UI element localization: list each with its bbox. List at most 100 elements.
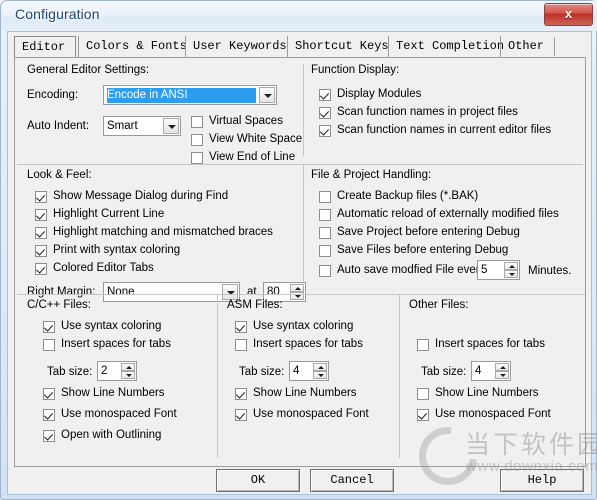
stepper-buttons[interactable] [313, 363, 327, 379]
chevron-down-icon[interactable] [163, 118, 179, 134]
checkbox-label: View White Space [209, 133, 303, 145]
stepper-up-icon[interactable] [495, 363, 509, 371]
cpp-tab-size-label: Tab size: [47, 366, 93, 378]
close-icon: x [564, 6, 573, 21]
tab-label: Colors & Fonts [86, 39, 187, 53]
asm-show-line-numbers-checkbox[interactable] [235, 388, 247, 400]
tab-other[interactable]: Other [500, 36, 550, 57]
print-syntax-coloring-checkbox[interactable] [35, 245, 47, 257]
asm-use-syntax-coloring-checkbox[interactable] [235, 321, 247, 333]
colored-editor-tabs-checkbox[interactable] [35, 263, 47, 275]
group-title: Other Files: [409, 299, 469, 311]
checkbox-label: Colored Editor Tabs [53, 262, 154, 274]
asm-insert-spaces-checkbox[interactable] [235, 339, 247, 351]
group-asm-files: ASM Files: Use syntax coloring Insert sp… [217, 294, 405, 458]
stepper-down-icon[interactable] [495, 371, 509, 379]
checkbox-label: Show Message Dialog during Find [53, 190, 229, 202]
other-tab-size-stepper[interactable]: 4 [471, 361, 511, 381]
tab-editor[interactable]: Editor [14, 36, 76, 57]
other-tab-size-value: 4 [475, 365, 482, 377]
tab-shortcut-keys[interactable]: Shortcut Keys [287, 36, 389, 57]
window-title: Configuration [15, 6, 100, 22]
editor-tab-page: General Editor Settings: Encoding: Encod… [14, 57, 586, 467]
auto-save-minutes-value: 5 [481, 264, 488, 276]
stepper-down-icon[interactable] [121, 371, 135, 379]
auto-save-minutes-suffix: Minutes. [528, 265, 572, 277]
asm-monospaced-font-checkbox[interactable] [235, 409, 247, 421]
stepper-buttons[interactable] [495, 363, 509, 379]
auto-save-minutes-stepper[interactable]: 5 [477, 260, 520, 280]
stepper-up-icon[interactable] [290, 284, 304, 292]
highlight-current-line-checkbox[interactable] [35, 209, 47, 221]
save-files-before-debug-checkbox[interactable] [319, 245, 331, 257]
cpp-monospaced-font-checkbox[interactable] [43, 409, 55, 421]
checkbox-label: Show Line Numbers [253, 387, 357, 399]
checkbox-label: Use monospaced Font [253, 408, 369, 420]
tab-text-completion[interactable]: Text Completion [388, 36, 504, 57]
checkbox-label: Show Line Numbers [61, 387, 165, 399]
title-bar[interactable]: Configuration x [1, 1, 597, 31]
checkbox-label: Insert spaces for tabs [253, 338, 363, 350]
asm-tab-size-stepper[interactable]: 4 [289, 361, 329, 381]
cpp-tab-size-value: 2 [101, 365, 108, 377]
save-project-before-debug-checkbox[interactable] [319, 227, 331, 239]
checkbox-label: Use monospaced Font [435, 408, 551, 420]
tab-colors-and-fonts[interactable]: Colors & Fonts [78, 36, 187, 57]
asm-tab-size-label: Tab size: [239, 366, 285, 378]
view-white-space-checkbox[interactable] [191, 134, 203, 146]
show-message-dialog-checkbox[interactable] [35, 191, 47, 203]
tab-label: Shortcut Keys [295, 39, 389, 53]
close-button[interactable]: x [544, 3, 593, 26]
automatic-reload-checkbox[interactable] [319, 209, 331, 221]
checkbox-label: Show Line Numbers [435, 387, 539, 399]
checkbox-label: Save Project before entering Debug [337, 226, 520, 238]
tab-label: Editor [22, 40, 66, 54]
other-insert-spaces-checkbox[interactable] [417, 339, 429, 351]
group-function-display: Function Display: Display Modules Scan f… [303, 64, 579, 156]
group-title: C/C++ Files: [27, 299, 91, 311]
stepper-up-icon[interactable] [121, 363, 135, 371]
virtual-spaces-checkbox[interactable] [191, 116, 203, 128]
encoding-combobox[interactable]: Encode in ANSI [103, 85, 277, 105]
tab-label: Text Completion [396, 39, 505, 53]
stepper-buttons[interactable] [121, 363, 135, 379]
auto-save-checkbox[interactable] [319, 265, 331, 277]
group-title: ASM Files: [227, 299, 283, 311]
checkbox-label: Auto save modfied File every [337, 264, 486, 276]
stepper-down-icon[interactable] [313, 371, 327, 379]
stepper-buttons[interactable] [504, 262, 518, 278]
cpp-use-syntax-coloring-checkbox[interactable] [43, 321, 55, 333]
checkbox-label: Automatic reload of externally modified … [337, 208, 559, 220]
stepper-down-icon[interactable] [504, 270, 518, 278]
encoding-label: Encoding: [27, 89, 79, 101]
stepper-up-icon[interactable] [504, 262, 518, 270]
scan-editor-files-checkbox[interactable] [319, 125, 331, 137]
cpp-open-with-outlining-checkbox[interactable] [43, 430, 55, 442]
checkbox-label: Use syntax coloring [253, 320, 354, 332]
group-look-and-feel: Look & Feel: Show Message Dialog during … [17, 164, 583, 302]
other-tab-size-label: Tab size: [421, 366, 467, 378]
dialog-client-area: Editor Colors & Fonts User Keywords Shor… [7, 31, 592, 495]
encoding-value: Encode in ANSI [107, 88, 256, 103]
cancel-button[interactable]: Cancel [310, 469, 394, 492]
view-end-of-line-checkbox[interactable] [191, 152, 203, 164]
checkbox-label: Use monospaced Font [61, 408, 177, 420]
scan-project-files-checkbox[interactable] [319, 107, 331, 119]
tab-user-keywords[interactable]: User Keywords [185, 36, 287, 57]
highlight-braces-checkbox[interactable] [35, 227, 47, 239]
stepper-up-icon[interactable] [313, 363, 327, 371]
cpp-tab-size-stepper[interactable]: 2 [97, 361, 137, 381]
cpp-show-line-numbers-checkbox[interactable] [43, 388, 55, 400]
auto-indent-combobox[interactable]: Smart [103, 116, 181, 136]
other-monospaced-font-checkbox[interactable] [417, 409, 429, 421]
help-button[interactable]: Help [500, 469, 584, 492]
display-modules-checkbox[interactable] [319, 89, 331, 101]
create-backup-files-checkbox[interactable] [319, 191, 331, 203]
cpp-insert-spaces-checkbox[interactable] [43, 339, 55, 351]
checkbox-label: Save Files before entering Debug [337, 244, 509, 256]
auto-indent-label: Auto Indent: [27, 120, 90, 132]
ok-button[interactable]: OK [216, 469, 300, 492]
other-show-line-numbers-checkbox[interactable] [417, 388, 429, 400]
group-title: General Editor Settings: [27, 64, 150, 76]
chevron-down-icon[interactable] [259, 87, 275, 103]
